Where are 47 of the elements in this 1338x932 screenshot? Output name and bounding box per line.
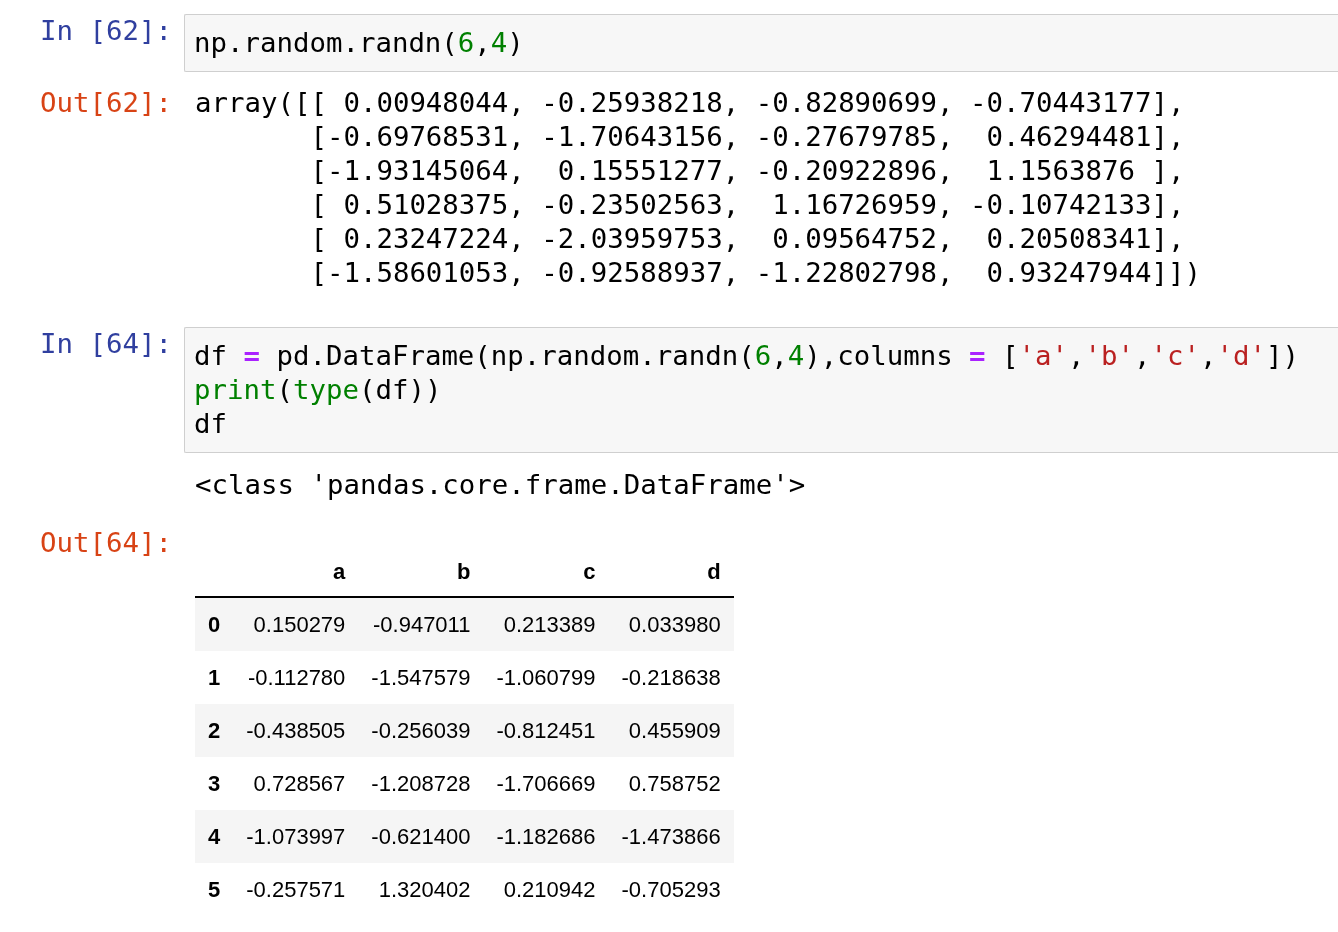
output-prompt: Out[62]: — [39, 86, 173, 120]
row-index: 4 — [195, 810, 234, 863]
table-cell: 0.758752 — [608, 757, 734, 810]
table-cell: 0.033980 — [608, 597, 734, 651]
table-cell: -1.706669 — [483, 757, 609, 810]
code-line: print(type(df)) — [194, 373, 443, 407]
output-line: <class 'pandas.core.frame.DataFrame'> — [195, 468, 807, 502]
table-cell: -0.705293 — [608, 863, 734, 916]
row-index: 3 — [195, 757, 234, 810]
output-line: array([[ 0.00948044, -0.25938218, -0.82890699, -0.70443177], — [195, 86, 1186, 120]
code-cell[interactable]: np.random.randn(6,4) — [184, 14, 1338, 72]
input-prompt: In [62]: — [39, 14, 173, 48]
table-cell: -1.073997 — [233, 810, 359, 863]
table-cell: -1.182686 — [483, 810, 609, 863]
table-cell: 1.320402 — [358, 863, 484, 916]
input-prompt: In [64]: — [39, 327, 173, 361]
table-cell: -1.208728 — [358, 757, 484, 810]
table-cell: -1.547579 — [358, 651, 484, 704]
table-cell: -0.257571 — [233, 863, 359, 916]
table-cell: 0.455909 — [608, 704, 734, 757]
code-cell[interactable]: df = pd.DataFrame(np.random.randn(6,4),columns = ['a','b','c','d']) print(type(df)) df — [184, 327, 1338, 453]
row-index: 0 — [195, 597, 234, 651]
output-line: [ 0.23247224, -2.03959753, 0.09564752, 0.20508341], — [309, 222, 1186, 256]
table-cell: -1.473866 — [608, 810, 734, 863]
code-line: np.random.randn(6,4) — [194, 26, 525, 60]
row-index: 1 — [195, 651, 234, 704]
table-cell: -0.256039 — [358, 704, 484, 757]
table-cell: 0.150279 — [233, 597, 359, 651]
row-index: 5 — [195, 863, 234, 916]
table-cell: -1.060799 — [483, 651, 609, 704]
table-cell: -0.218638 — [608, 651, 734, 704]
table-cell: -0.947011 — [358, 597, 484, 651]
row-index: 2 — [195, 704, 234, 757]
output-prompt: Out[64]: — [39, 526, 173, 560]
table-cell: 0.213389 — [483, 597, 609, 651]
table-cell: 0.728567 — [233, 757, 359, 810]
output-line: [-1.58601053, -0.92588937, -1.22802798, 0.93247944]]) — [309, 256, 1202, 290]
table-cell: -0.621400 — [358, 810, 484, 863]
table-cell: -0.812451 — [483, 704, 609, 757]
table-cell: 0.210942 — [483, 863, 609, 916]
code-line: df = pd.DataFrame(np.random.randn(6,4),columns = ['a','b','c','d']) — [194, 339, 1300, 373]
output-line: [-1.93145064, 0.15551277, -0.20922896, 1.1563876 ], — [309, 154, 1186, 188]
code-line: df — [194, 407, 228, 441]
output-line: [ 0.51028375, -0.23502563, 1.16726959, -0.10742133], — [309, 188, 1186, 222]
table-cell: -0.438505 — [233, 704, 359, 757]
table-cell: -0.112780 — [233, 651, 359, 704]
output-line: [-0.69768531, -1.70643156, -0.27679785, 0.46294481], — [309, 120, 1186, 154]
